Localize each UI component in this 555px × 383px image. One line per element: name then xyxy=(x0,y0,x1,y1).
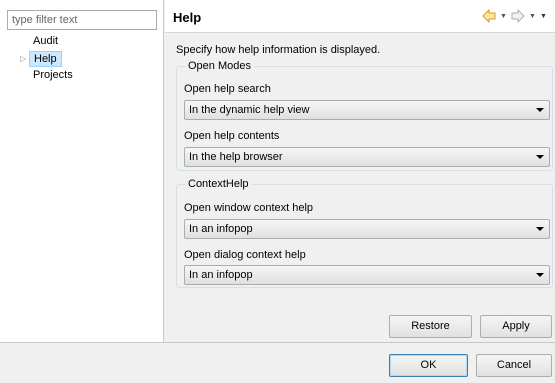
window-context-help-label: Open window context help xyxy=(184,202,314,214)
tree-item-projects[interactable]: Projects xyxy=(33,68,73,82)
ok-button[interactable]: OK xyxy=(389,354,468,377)
help-search-value: In the dynamic help view xyxy=(189,104,310,116)
cancel-button[interactable]: Cancel xyxy=(476,354,552,377)
page-description: Specify how help information is displaye… xyxy=(176,44,381,56)
back-dropdown-icon[interactable]: ▼ xyxy=(500,13,507,20)
dialog-button-bar: OK Cancel xyxy=(0,342,555,383)
page-header: Help ▼ ▼ ▼ xyxy=(165,0,555,33)
page-title: Help xyxy=(173,10,202,25)
tree-item-help[interactable]: Help xyxy=(29,51,62,67)
context-help-legend: ContextHelp xyxy=(185,178,252,190)
forward-dropdown-icon[interactable]: ▼ xyxy=(529,13,536,20)
preference-tree-pane: Audit ▷ Help Projects xyxy=(0,0,164,342)
filter-input[interactable] xyxy=(7,10,157,30)
view-menu-icon[interactable]: ▼ xyxy=(540,13,547,20)
chevron-down-icon xyxy=(536,273,544,277)
help-search-select[interactable]: In the dynamic help view xyxy=(184,100,550,120)
forward-arrow-icon[interactable] xyxy=(511,8,525,24)
window-context-help-select[interactable]: In an infopop xyxy=(184,219,550,239)
chevron-down-icon xyxy=(536,108,544,112)
preference-page: Help ▼ ▼ ▼ Specify how help information … xyxy=(165,0,555,353)
window-context-help-value: In an infopop xyxy=(189,223,253,235)
preferences-dialog: Audit ▷ Help Projects Help ▼ ▼ ▼ Specify… xyxy=(0,0,555,383)
dialog-context-help-label: Open dialog context help xyxy=(184,249,306,261)
help-contents-select[interactable]: In the help browser xyxy=(184,147,550,167)
restore-defaults-button[interactable]: Restore Defaults xyxy=(389,315,472,353)
help-contents-label: Open help contents xyxy=(184,130,280,142)
dialog-context-help-select[interactable]: In an infopop xyxy=(184,265,550,285)
back-arrow-icon[interactable] xyxy=(482,8,496,24)
history-navigation: ▼ ▼ ▼ xyxy=(482,8,547,24)
chevron-down-icon xyxy=(536,227,544,231)
chevron-down-icon xyxy=(536,155,544,159)
dialog-context-help-value: In an infopop xyxy=(189,269,253,281)
help-contents-value: In the help browser xyxy=(189,151,283,163)
expand-arrow-icon[interactable]: ▷ xyxy=(20,54,28,64)
tree-item-audit[interactable]: Audit xyxy=(33,34,58,48)
help-search-label: Open help search xyxy=(184,83,271,95)
apply-button[interactable]: Apply xyxy=(480,315,552,338)
open-modes-legend: Open Modes xyxy=(185,60,254,72)
